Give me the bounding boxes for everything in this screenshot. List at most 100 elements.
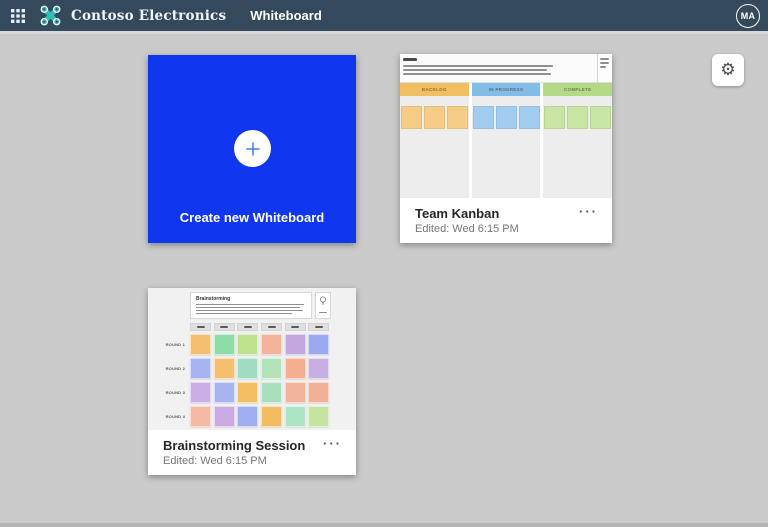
- brainstorm-preview-thumbnail: Brainstorming ROUND 1ROUND 2ROUND 3ROUND…: [148, 288, 356, 430]
- greeked-text-line: [403, 69, 547, 71]
- gear-icon: ⚙: [720, 62, 735, 79]
- kanban-column: IN PROGRESS: [472, 83, 541, 198]
- sticky-note-cell: [190, 358, 211, 379]
- kanban-preview-thumbnail: BACKLOGIN PROGRESSCOMPLETE: [400, 54, 612, 198]
- greeked-text-line: [403, 65, 553, 67]
- kanban-card-note: [424, 106, 445, 129]
- sticky-note-cell: [237, 358, 258, 379]
- board-title: Brainstorming Session: [163, 438, 342, 453]
- kanban-card-note: [567, 106, 588, 129]
- sticky-note-cell: [261, 382, 282, 403]
- kanban-preview-legend-box: [597, 54, 612, 82]
- sticky-column-chip: [214, 323, 235, 331]
- sticky-note-cell: [285, 382, 306, 403]
- greeked-chip-label: [268, 326, 276, 328]
- brainstorm-doc-title: Brainstorming: [196, 296, 307, 302]
- sticky-note-cell: [237, 382, 258, 403]
- sticky-note-cell: [308, 334, 329, 355]
- kanban-card-note: [473, 106, 494, 129]
- sticky-note-cell: [214, 358, 235, 379]
- create-new-whiteboard-label: Create new Whiteboard: [148, 210, 356, 225]
- kanban-card-note: [590, 106, 611, 129]
- board-title: Team Kanban: [415, 206, 598, 221]
- sticky-row-label: ROUND 3: [148, 382, 188, 403]
- sticky-note-cell: [308, 358, 329, 379]
- app-title: Whiteboard: [250, 8, 322, 23]
- kanban-card-note: [496, 106, 517, 129]
- board-card-footer: Brainstorming Session Edited: Wed 6:15 P…: [148, 430, 356, 475]
- greeked-chip-label: [244, 326, 252, 328]
- sticky-note-cell: [285, 406, 306, 427]
- sticky-note-cell: [190, 334, 211, 355]
- sticky-note-cell: [261, 334, 282, 355]
- kanban-card-note: [401, 106, 422, 129]
- app-launcher-waffle-icon[interactable]: [10, 8, 26, 24]
- sticky-note-cell: [308, 406, 329, 427]
- whiteboard-home-screen: Contoso Electronics Whiteboard MA Create…: [0, 0, 768, 527]
- board-edited-timestamp: Edited: Wed 6:15 PM: [163, 455, 342, 467]
- sticky-note-cell: [261, 358, 282, 379]
- greeked-title-line: [403, 58, 417, 61]
- sticky-note-cell: [261, 406, 282, 427]
- sticky-row-labels: ROUND 1ROUND 2ROUND 3ROUND 4: [148, 334, 188, 427]
- kanban-column: COMPLETE: [543, 83, 612, 198]
- sticky-column-chip: [308, 323, 329, 331]
- board-more-options-button[interactable]: ···: [579, 204, 598, 219]
- sticky-col-headers: [190, 323, 329, 331]
- contoso-logo-icon: [39, 4, 62, 27]
- plus-circle[interactable]: [234, 130, 271, 167]
- kanban-cards-row: [544, 106, 612, 129]
- sticky-note-cell: [214, 406, 235, 427]
- sticky-note-cell: [237, 406, 258, 427]
- brand-name: Contoso Electronics: [71, 8, 226, 24]
- sticky-column-chip: [237, 323, 258, 331]
- board-card-footer: Team Kanban Edited: Wed 6:15 PM ···: [400, 198, 612, 243]
- greeked-chip-label: [197, 326, 205, 328]
- greeked-chip-label: [291, 326, 299, 328]
- sticky-note-cell: [237, 334, 258, 355]
- kanban-card-note: [447, 106, 468, 129]
- sticky-row-label: ROUND 4: [148, 406, 188, 427]
- sticky-column-chip: [190, 323, 211, 331]
- settings-button[interactable]: ⚙: [712, 54, 744, 86]
- greeked-text-line: [196, 313, 292, 314]
- header-divider: [0, 31, 768, 34]
- kanban-cards-row: [473, 106, 541, 129]
- greeked-text-line: [196, 310, 303, 311]
- greeked-chip-label: [315, 326, 323, 328]
- kanban-card-note: [519, 106, 540, 129]
- lightbulb-icon-box: [315, 292, 331, 319]
- greeked-chip-label: [220, 326, 228, 328]
- board-card-team-kanban[interactable]: BACKLOGIN PROGRESSCOMPLETE Team Kanban E…: [400, 54, 612, 243]
- kanban-cards-row: [401, 106, 469, 129]
- greeked-text-line: [600, 62, 609, 64]
- board-edited-timestamp: Edited: Wed 6:15 PM: [415, 223, 598, 235]
- greeked-text-line: [403, 73, 551, 75]
- kanban-column-header: COMPLETE: [543, 83, 612, 96]
- kanban-column-header: BACKLOG: [400, 83, 469, 96]
- sticky-row-label: ROUND 2: [148, 358, 188, 379]
- lightbulb-icon: [319, 296, 327, 307]
- window-bottom-edge: [0, 523, 768, 527]
- brainstorm-preview-header-box: Brainstorming: [190, 292, 312, 319]
- sticky-note-cell: [214, 382, 235, 403]
- kanban-column: BACKLOG: [400, 83, 469, 198]
- greeked-text-line: [196, 307, 300, 308]
- app-header: Contoso Electronics Whiteboard MA: [0, 0, 768, 31]
- sticky-note-cell: [285, 358, 306, 379]
- board-more-options-button[interactable]: ···: [323, 436, 342, 451]
- plus-icon: [245, 141, 261, 157]
- sticky-note-cell: [285, 334, 306, 355]
- greeked-text-line: [196, 304, 304, 305]
- greeked-text-line: [319, 312, 327, 313]
- kanban-preview-text-block: [400, 54, 612, 83]
- sticky-column-chip: [285, 323, 306, 331]
- sticky-note-cell: [190, 406, 211, 427]
- board-card-brainstorming-session[interactable]: Brainstorming ROUND 1ROUND 2ROUND 3ROUND…: [148, 288, 356, 475]
- kanban-card-note: [544, 106, 565, 129]
- sticky-note-cell: [214, 334, 235, 355]
- sticky-note-cell: [308, 382, 329, 403]
- create-new-whiteboard-tile[interactable]: Create new Whiteboard: [148, 55, 356, 243]
- user-avatar[interactable]: MA: [736, 4, 760, 28]
- sticky-note-cell: [190, 382, 211, 403]
